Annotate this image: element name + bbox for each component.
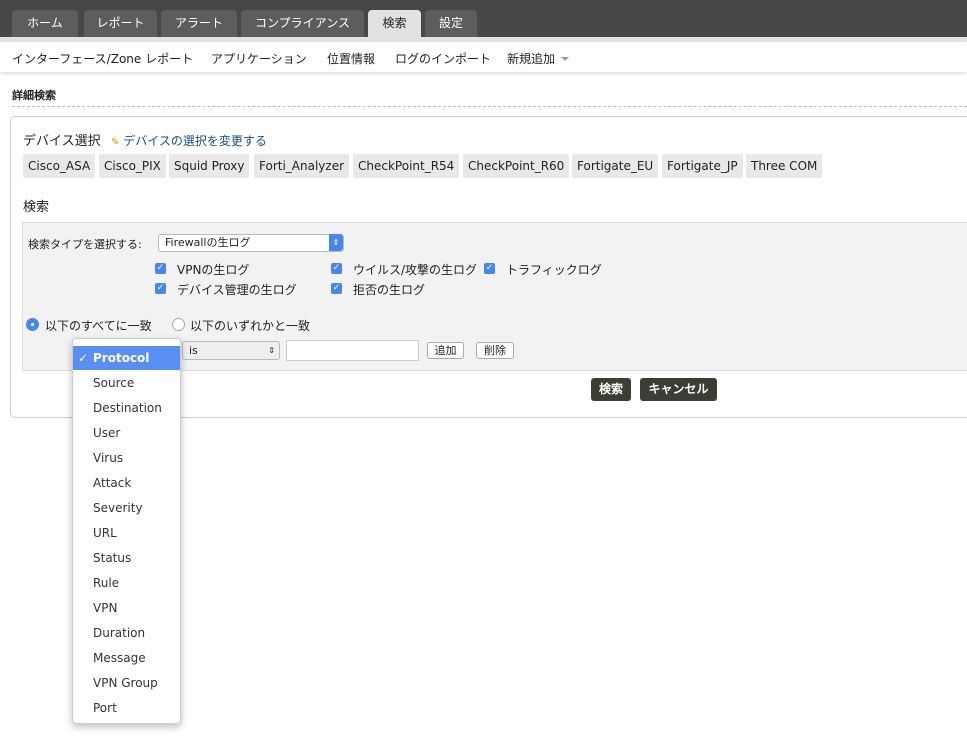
checkbox-denied-label: 拒否の生ログ bbox=[353, 283, 426, 297]
dropdown-option[interactable]: VPN Group bbox=[73, 671, 180, 695]
dropdown-option[interactable]: Status bbox=[73, 546, 180, 570]
tab-compliance[interactable]: コンプライアンス bbox=[241, 10, 364, 38]
option-label: Protocol bbox=[93, 351, 150, 365]
device-chip: Fortigate_EU bbox=[572, 154, 659, 178]
search-type-label: 検索タイプを選択する: bbox=[28, 238, 142, 251]
dropdown-option[interactable]: Message bbox=[73, 646, 180, 670]
change-device-link[interactable]: ✎ デバイスの選択を変更する bbox=[111, 132, 267, 149]
dropdown-option[interactable]: VPN bbox=[73, 596, 180, 620]
delete-condition-button[interactable]: 削除 bbox=[476, 342, 514, 359]
subnav-interface-zone[interactable]: インターフェース/Zone レポート bbox=[12, 50, 193, 67]
search-type-value: Firewallの生ログ bbox=[165, 236, 251, 249]
value-input[interactable] bbox=[286, 340, 419, 361]
search-button[interactable]: 検索 bbox=[591, 378, 631, 401]
device-chip: CheckPoint_R54 bbox=[353, 154, 460, 178]
radio-match-all[interactable] bbox=[26, 318, 39, 331]
page-title: 詳細検索 bbox=[12, 89, 56, 102]
subnav-geolocation[interactable]: 位置情報 bbox=[327, 50, 375, 67]
tab-reports[interactable]: レポート bbox=[84, 10, 157, 38]
top-nav: ホーム レポート アラート コンプライアンス 検索 設定 bbox=[0, 0, 967, 38]
checkbox-vpn[interactable]: ✓ bbox=[155, 263, 166, 274]
device-chip: CheckPoint_R60 bbox=[463, 154, 570, 178]
select-arrows-icon: ⇕ bbox=[268, 346, 275, 355]
subnav-add-new-label: 新規追加 bbox=[507, 52, 556, 66]
checkbox-vpn-label: VPNの生ログ bbox=[177, 263, 250, 277]
device-chip: Fortigate_JP bbox=[662, 154, 743, 178]
subnav-log-import[interactable]: ログのインポート bbox=[395, 50, 491, 67]
dropdown-option[interactable]: Severity bbox=[73, 496, 180, 520]
chevron-down-icon bbox=[561, 57, 570, 65]
cancel-button[interactable]: キャンセル bbox=[640, 378, 717, 401]
operator-value: is bbox=[189, 344, 198, 357]
dropdown-option[interactable]: User bbox=[73, 421, 180, 445]
device-chip: Three COM bbox=[746, 154, 823, 178]
search-heading: 検索 bbox=[23, 200, 50, 215]
add-condition-button[interactable]: 追加 bbox=[427, 342, 464, 359]
checkmark-icon: ✓ bbox=[78, 351, 89, 365]
edit-icon: ✎ bbox=[111, 137, 120, 148]
checkbox-device-mgmt-label: デバイス管理の生ログ bbox=[177, 283, 297, 297]
checkbox-denied[interactable]: ✓ bbox=[331, 283, 342, 294]
subnav-application[interactable]: アプリケーション bbox=[211, 50, 307, 67]
checkbox-virus[interactable]: ✓ bbox=[331, 263, 342, 274]
match-all-label: 以下のすべてに一致 bbox=[45, 319, 152, 333]
checkbox-virus-label: ウイルス/攻撃の生ログ bbox=[353, 263, 478, 277]
device-chip: Squid Proxy bbox=[169, 154, 250, 178]
tab-alerts[interactable]: アラート bbox=[161, 10, 237, 38]
search-type-select[interactable]: Firewallの生ログ ⇕ bbox=[158, 234, 344, 252]
dropdown-option[interactable]: Attack bbox=[73, 471, 180, 495]
device-chip: Cisco_ASA bbox=[23, 154, 96, 178]
operator-select[interactable]: is ⇕ bbox=[182, 341, 280, 360]
subnav-add-new[interactable]: 新規追加 bbox=[507, 50, 570, 67]
divider bbox=[12, 106, 967, 107]
dropdown-option[interactable]: Rule bbox=[73, 571, 180, 595]
match-any-label: 以下のいずれかと一致 bbox=[190, 319, 311, 333]
tab-search[interactable]: 検索 bbox=[368, 10, 421, 38]
device-select-title: デバイス選択 bbox=[23, 134, 101, 149]
dropdown-option[interactable]: URL bbox=[73, 521, 180, 545]
select-arrows-icon: ⇕ bbox=[329, 234, 343, 251]
dropdown-option[interactable]: Source bbox=[73, 371, 180, 395]
radio-match-any[interactable] bbox=[172, 318, 185, 331]
tab-home[interactable]: ホーム bbox=[12, 10, 78, 38]
dropdown-option[interactable]: Destination bbox=[73, 396, 180, 420]
dropdown-option[interactable]: Duration bbox=[73, 621, 180, 645]
change-device-label: デバイスの選択を変更する bbox=[123, 134, 267, 148]
dropdown-option[interactable]: Virus bbox=[73, 446, 180, 470]
checkbox-device-mgmt[interactable]: ✓ bbox=[155, 283, 166, 294]
checkbox-traffic-label: トラフィックログ bbox=[506, 263, 602, 277]
tab-settings[interactable]: 設定 bbox=[425, 10, 477, 38]
dropdown-option[interactable]: Port bbox=[73, 696, 180, 720]
dropdown-option-protocol[interactable]: ✓ Protocol bbox=[73, 346, 180, 370]
field-dropdown-menu: ✓ Protocol Source Destination User Virus … bbox=[72, 338, 181, 724]
checkbox-traffic[interactable]: ✓ bbox=[484, 263, 495, 274]
device-chip: Forti_Analyzer bbox=[254, 154, 350, 178]
device-chip: Cisco_PIX bbox=[99, 154, 166, 178]
sub-nav: インターフェース/Zone レポート アプリケーション 位置情報 ログのインポー… bbox=[0, 42, 967, 72]
